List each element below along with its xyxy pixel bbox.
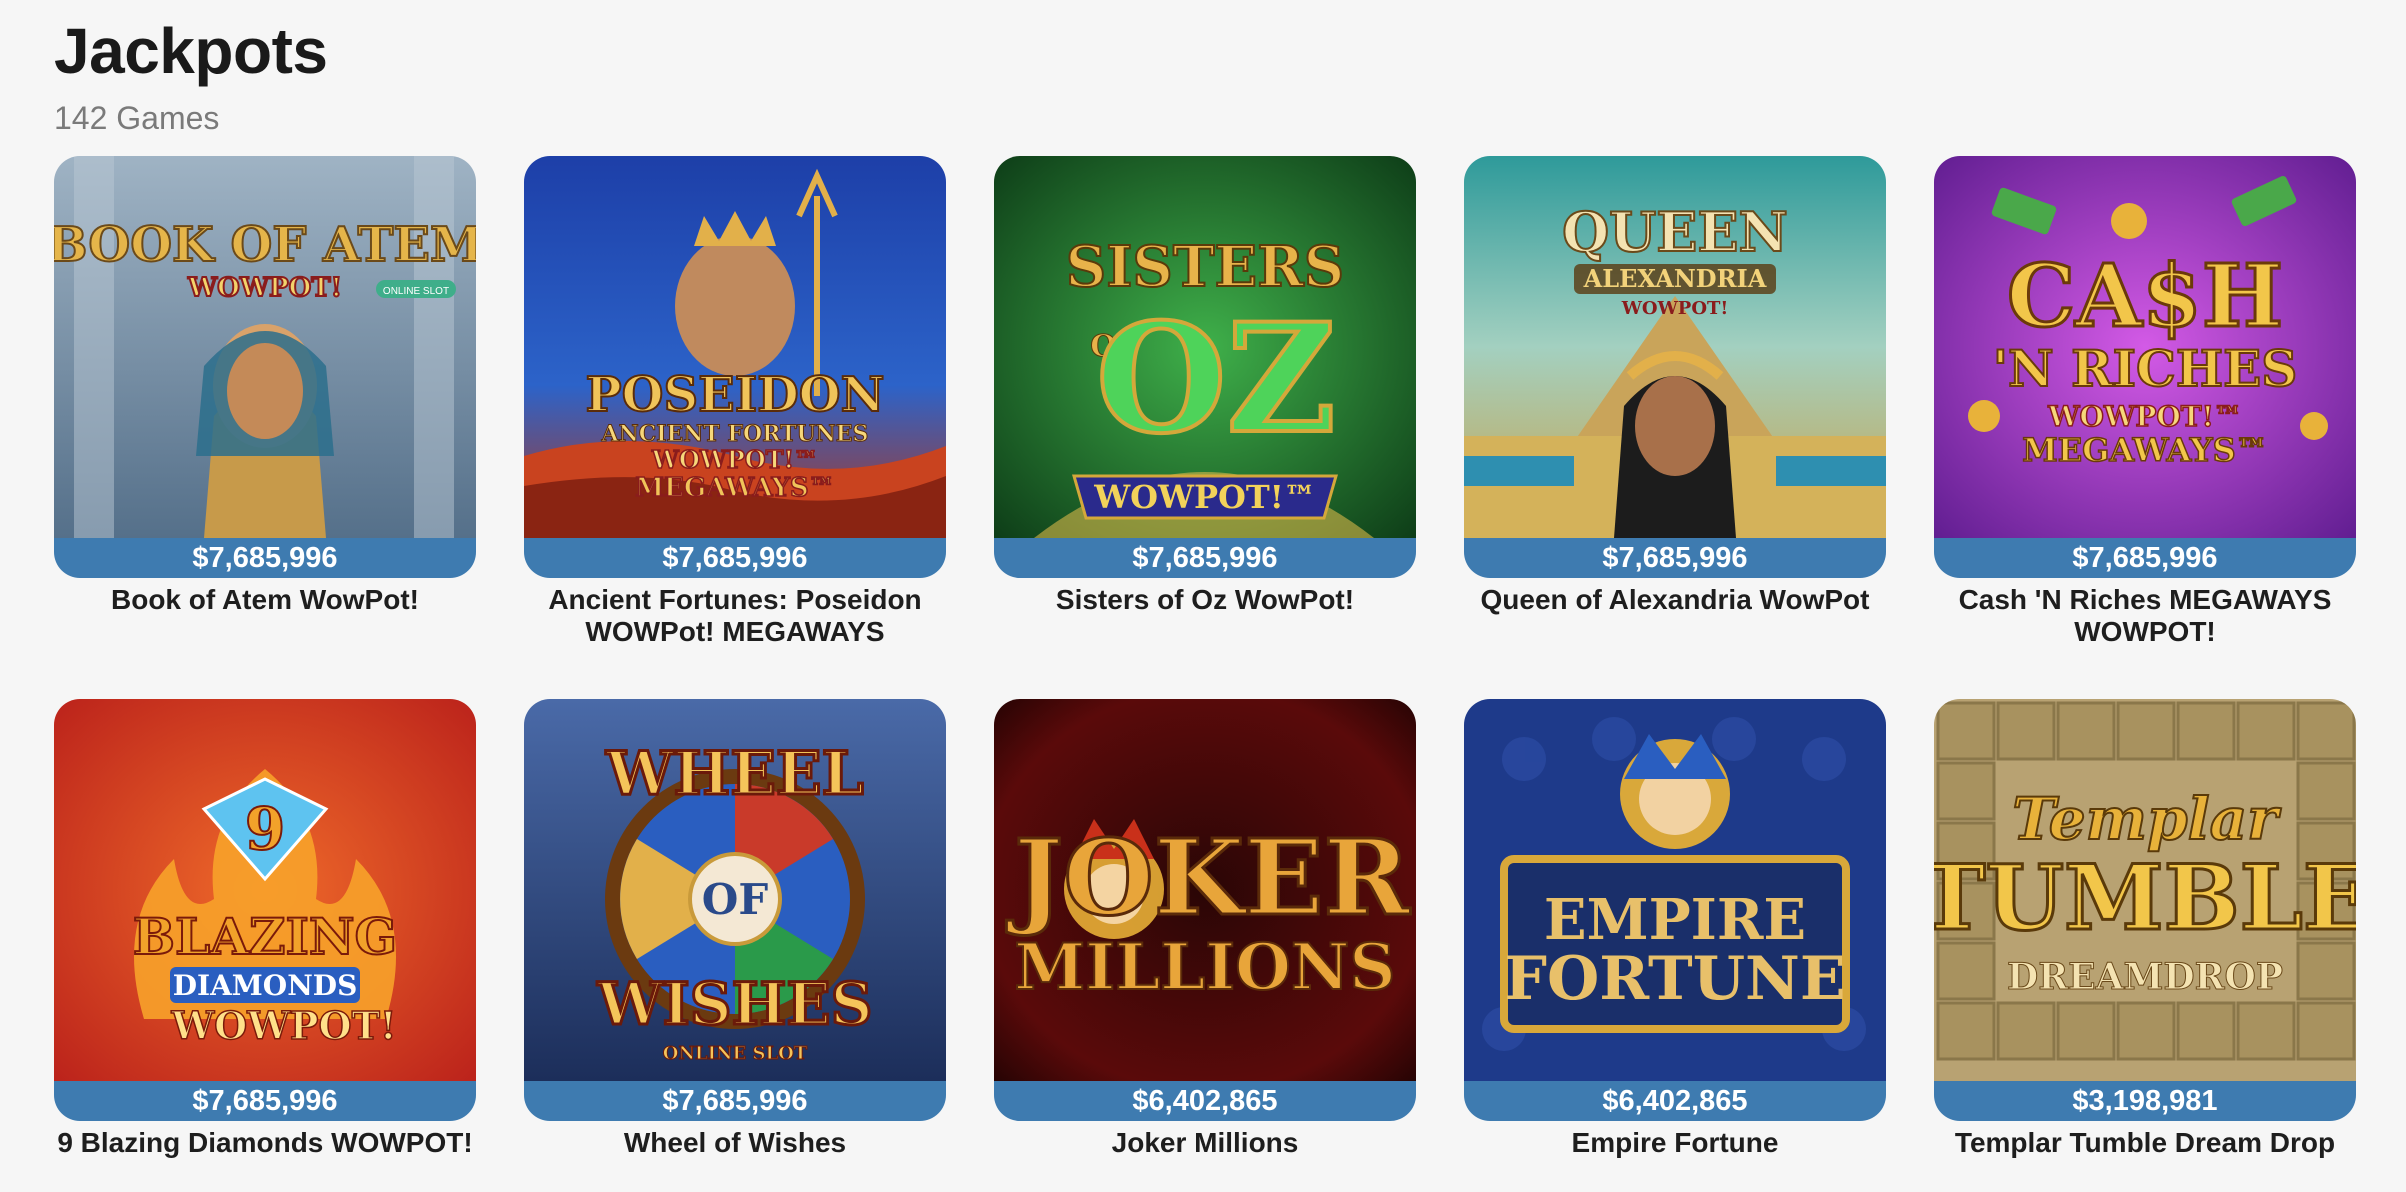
svg-text:OZ: OZ bbox=[1096, 291, 1336, 467]
game-artwork: CA$H 'N RICHES WOWPOT!™ MEGAWAYS™ bbox=[1934, 156, 2356, 538]
game-name[interactable]: Ancient Fortunes: Poseidon WOWPot! MEGAW… bbox=[524, 584, 946, 648]
game-artwork: BOOK OF ATEM WOWPOT! ONLINE SLOT bbox=[54, 156, 476, 538]
game-thumbnail[interactable]: OF WHEEL WISHES ONLINE SLOT $7,685,996 bbox=[524, 699, 946, 1121]
jackpot-amount: $7,685,996 bbox=[1464, 538, 1886, 578]
game-card-empire-fortune[interactable]: EMPIRE FORTUNE $6,402,865 Empire Fortune bbox=[1464, 699, 1886, 1192]
game-artwork: POSEIDON ANCIENT FORTUNES WOWPOT!™ MEGAW… bbox=[524, 156, 946, 538]
game-card-cash-n-riches[interactable]: CA$H 'N RICHES WOWPOT!™ MEGAWAYS™ $7,685… bbox=[1934, 156, 2356, 699]
game-card-9-blazing-diamonds[interactable]: 9 BLAZING DIAMONDS WOWPOT! $7,685,996 9 … bbox=[54, 699, 476, 1192]
games-grid: BOOK OF ATEM WOWPOT! ONLINE SLOT $7,685,… bbox=[54, 156, 2358, 1192]
game-card-joker-millions[interactable]: JOKER MILLIONS $6,402,865 Joker Millions bbox=[994, 699, 1416, 1192]
svg-text:ALEXANDRIA: ALEXANDRIA bbox=[1583, 264, 1767, 293]
svg-text:WOWPOT!: WOWPOT! bbox=[1621, 298, 1729, 319]
game-name[interactable]: Empire Fortune bbox=[1464, 1127, 1886, 1159]
svg-text:CA$H: CA$H bbox=[2007, 246, 2283, 347]
game-thumbnail[interactable]: EMPIRE FORTUNE $6,402,865 bbox=[1464, 699, 1886, 1121]
jackpot-amount: $7,685,996 bbox=[524, 1081, 946, 1121]
game-card-wheel-of-wishes[interactable]: OF WHEEL WISHES ONLINE SLOT $7,685,996 W… bbox=[524, 699, 946, 1192]
game-name[interactable]: Queen of Alexandria WowPot bbox=[1464, 584, 1886, 616]
game-thumbnail[interactable]: CA$H 'N RICHES WOWPOT!™ MEGAWAYS™ $7,685… bbox=[1934, 156, 2356, 578]
svg-text:WOWPOT!™: WOWPOT!™ bbox=[1093, 478, 1316, 516]
svg-text:WOWPOT!™: WOWPOT!™ bbox=[651, 445, 818, 474]
svg-text:JOKER: JOKER bbox=[1006, 816, 1411, 939]
game-name[interactable]: Templar Tumble Dream Drop bbox=[1934, 1127, 2356, 1159]
art-title: BOOK OF ATEM bbox=[54, 217, 476, 273]
game-thumbnail[interactable]: BOOK OF ATEM WOWPOT! ONLINE SLOT $7,685,… bbox=[54, 156, 476, 578]
game-name[interactable]: Sisters of Oz WowPot! bbox=[994, 584, 1416, 616]
game-artwork: OF WHEEL WISHES ONLINE SLOT bbox=[524, 699, 946, 1081]
svg-text:Templar: Templar bbox=[2012, 785, 2282, 853]
svg-text:MEGAWAYS™: MEGAWAYS™ bbox=[2022, 431, 2267, 469]
game-card-book-of-atem[interactable]: BOOK OF ATEM WOWPOT! ONLINE SLOT $7,685,… bbox=[54, 156, 476, 699]
jackpot-amount: $7,685,996 bbox=[54, 1081, 476, 1121]
svg-text:TUMBLE: TUMBLE bbox=[1934, 845, 2356, 951]
svg-text:ONLINE SLOT: ONLINE SLOT bbox=[663, 1043, 808, 1064]
svg-text:DIAMONDS: DIAMONDS bbox=[173, 969, 358, 1002]
game-thumbnail[interactable]: JOKER MILLIONS $6,402,865 bbox=[994, 699, 1416, 1121]
game-artwork: Templar TUMBLE DREAMDROP bbox=[1934, 699, 2356, 1081]
game-artwork: JOKER MILLIONS bbox=[994, 699, 1416, 1081]
game-artwork: EMPIRE FORTUNE bbox=[1464, 699, 1886, 1081]
game-artwork: SISTERS OF OZ WOWPOT!™ bbox=[994, 156, 1416, 538]
svg-text:FORTUNE: FORTUNE bbox=[1504, 944, 1845, 1014]
jackpot-amount: $3,198,981 bbox=[1934, 1081, 2356, 1121]
game-card-queen-of-alexandria[interactable]: QUEEN ALEXANDRIA WOWPOT! $7,685,996 Quee… bbox=[1464, 156, 1886, 699]
game-thumbnail[interactable]: POSEIDON ANCIENT FORTUNES WOWPOT!™ MEGAW… bbox=[524, 156, 946, 578]
jackpots-page: Jackpots 142 Games BOOK OF ATEM WOWPOT! … bbox=[0, 0, 2406, 1192]
jackpot-amount: $7,685,996 bbox=[524, 538, 946, 578]
svg-text:ANCIENT FORTUNES: ANCIENT FORTUNES bbox=[601, 421, 869, 447]
svg-text:OF: OF bbox=[702, 875, 769, 924]
svg-text:DREAMDROP: DREAMDROP bbox=[2007, 956, 2283, 998]
game-name[interactable]: Wheel of Wishes bbox=[524, 1127, 946, 1159]
svg-text:BLAZING: BLAZING bbox=[133, 907, 398, 966]
jackpot-amount: $7,685,996 bbox=[1934, 538, 2356, 578]
svg-text:WOWPOT!: WOWPOT! bbox=[170, 1003, 396, 1048]
game-thumbnail[interactable]: SISTERS OF OZ WOWPOT!™ $7,685,996 bbox=[994, 156, 1416, 578]
svg-text:WHEEL: WHEEL bbox=[605, 739, 864, 809]
svg-text:9: 9 bbox=[245, 795, 285, 863]
game-name[interactable]: 9 Blazing Diamonds WOWPOT! bbox=[54, 1127, 476, 1159]
game-thumbnail[interactable]: QUEEN ALEXANDRIA WOWPOT! $7,685,996 bbox=[1464, 156, 1886, 578]
game-card-templar-tumble[interactable]: Templar TUMBLE DREAMDROP $3,198,981 Temp… bbox=[1934, 699, 2356, 1192]
svg-text:POSEIDON: POSEIDON bbox=[586, 367, 885, 423]
game-artwork: 9 BLAZING DIAMONDS WOWPOT! bbox=[54, 699, 476, 1081]
svg-text:'N RICHES: 'N RICHES bbox=[1993, 339, 2298, 398]
svg-text:QUEEN: QUEEN bbox=[1562, 200, 1788, 264]
game-thumbnail[interactable]: Templar TUMBLE DREAMDROP $3,198,981 bbox=[1934, 699, 2356, 1121]
jackpot-amount: $7,685,996 bbox=[994, 538, 1416, 578]
svg-text:WISHES: WISHES bbox=[596, 970, 872, 1038]
game-card-ancient-fortunes-poseidon[interactable]: POSEIDON ANCIENT FORTUNES WOWPOT!™ MEGAW… bbox=[524, 156, 946, 699]
game-name[interactable]: Book of Atem WowPot! bbox=[54, 584, 476, 616]
games-count: 142 Games bbox=[54, 100, 220, 136]
game-thumbnail[interactable]: 9 BLAZING DIAMONDS WOWPOT! $7,685,996 bbox=[54, 699, 476, 1121]
svg-text:ONLINE SLOT: ONLINE SLOT bbox=[383, 286, 449, 297]
game-card-sisters-of-oz[interactable]: SISTERS OF OZ WOWPOT!™ $7,685,996 Sister… bbox=[994, 156, 1416, 699]
game-artwork: QUEEN ALEXANDRIA WOWPOT! bbox=[1464, 156, 1886, 538]
svg-text:WOWPOT!™: WOWPOT!™ bbox=[2047, 400, 2242, 433]
game-name[interactable]: Joker Millions bbox=[994, 1127, 1416, 1159]
page-title: Jackpots bbox=[54, 15, 328, 87]
jackpot-amount: $7,685,996 bbox=[54, 538, 476, 578]
svg-text:WOWPOT!: WOWPOT! bbox=[187, 273, 342, 303]
game-name[interactable]: Cash 'N Riches MEGAWAYS WOWPOT! bbox=[1934, 584, 2356, 648]
jackpot-amount: $6,402,865 bbox=[1464, 1081, 1886, 1121]
svg-text:MEGAWAYS™: MEGAWAYS™ bbox=[635, 473, 834, 503]
jackpot-amount: $6,402,865 bbox=[994, 1081, 1416, 1121]
svg-text:MILLIONS: MILLIONS bbox=[1014, 930, 1395, 1005]
